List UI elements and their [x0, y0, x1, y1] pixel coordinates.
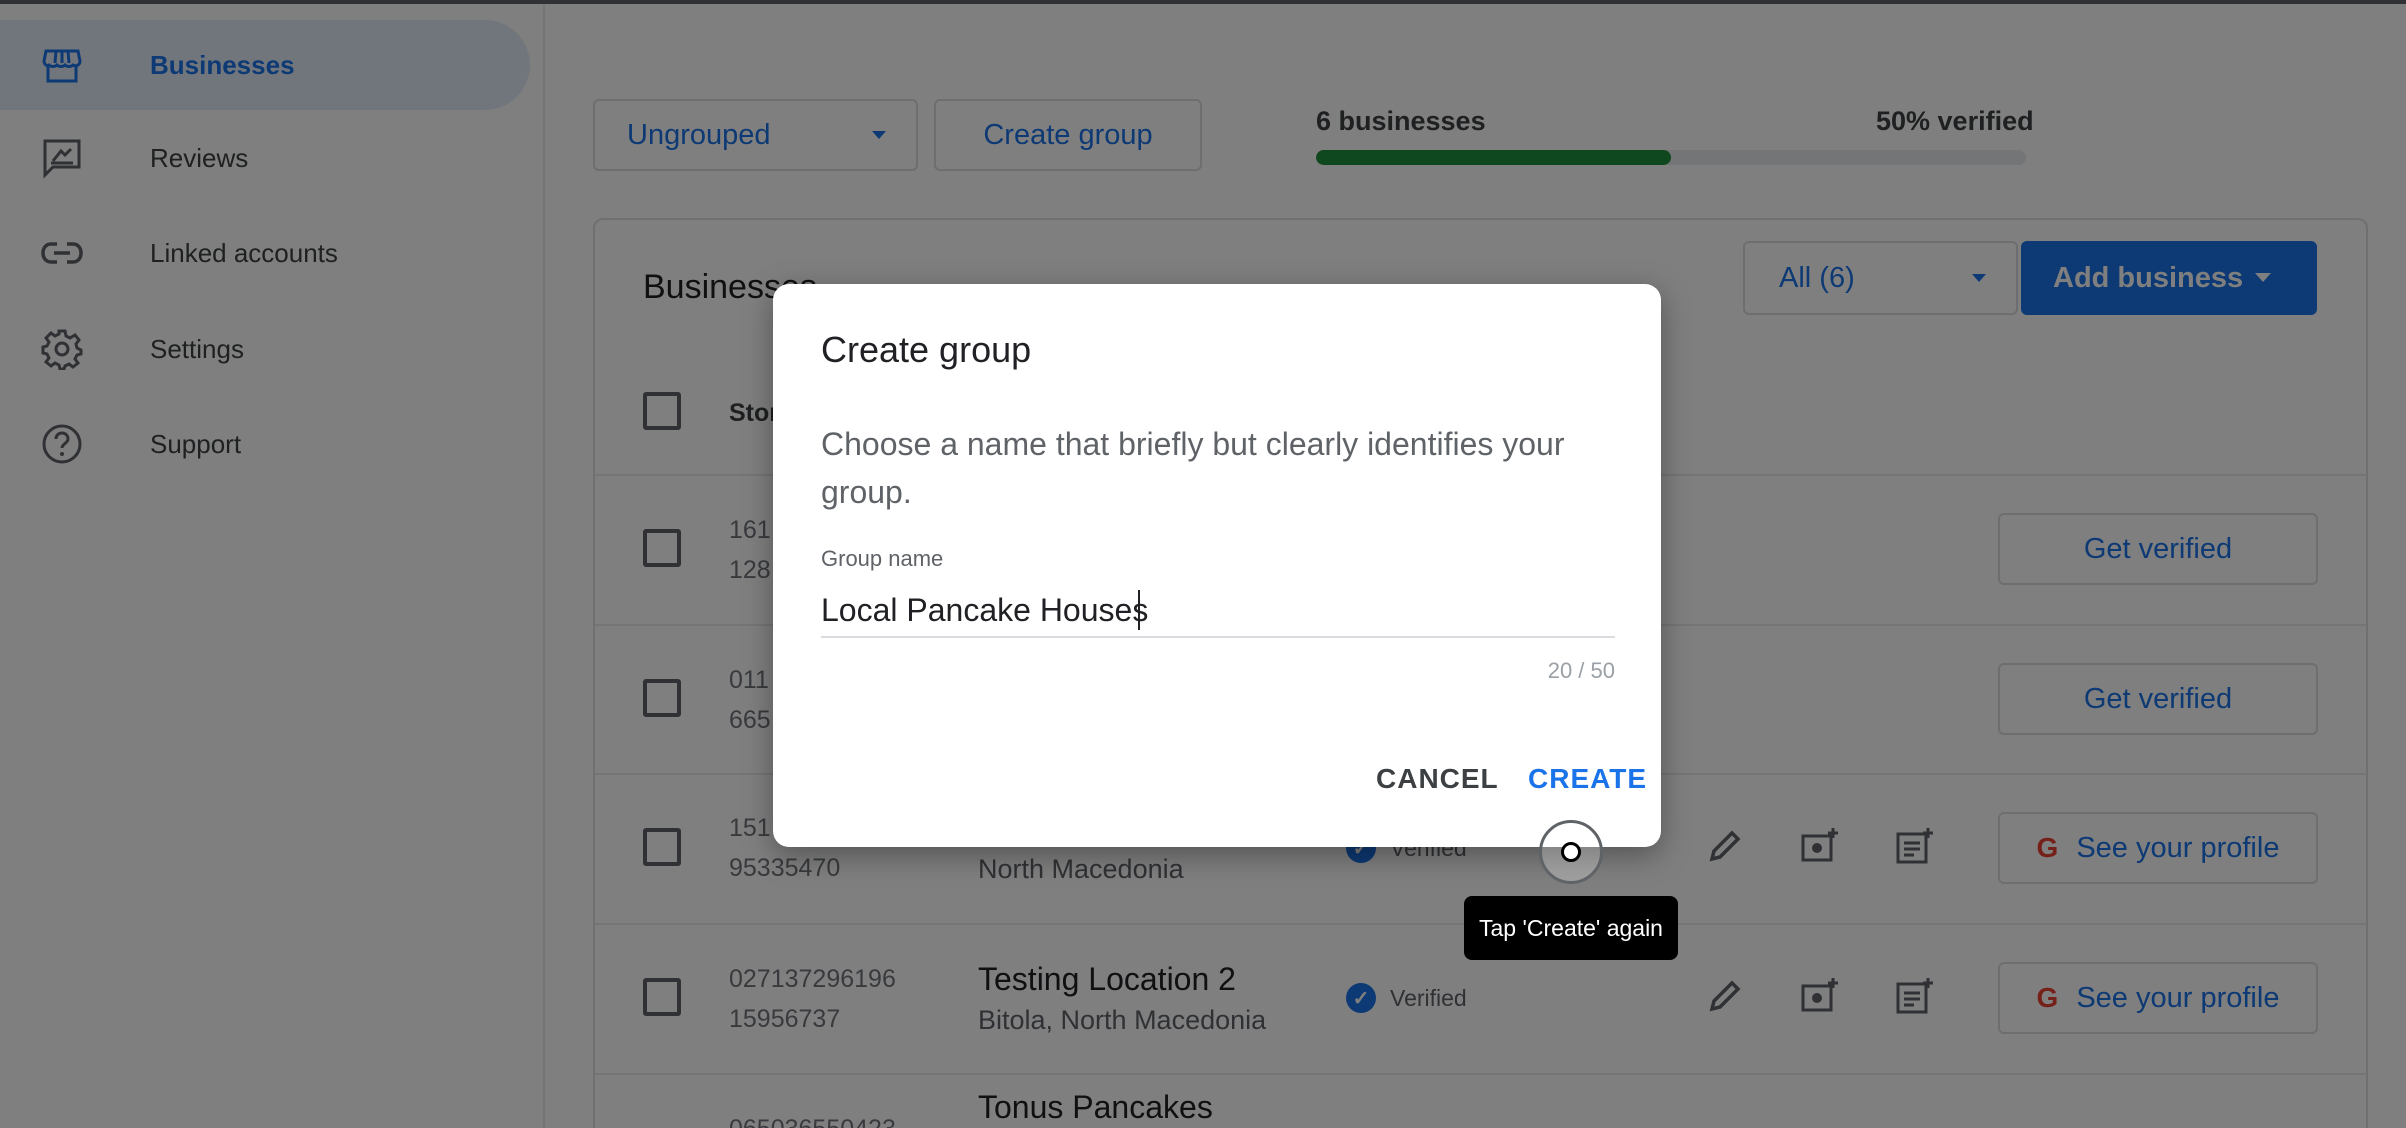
tap-point [1561, 842, 1581, 862]
character-counter: 20 / 50 [1547, 658, 1615, 683]
cancel-button[interactable]: CANCEL [1376, 763, 1499, 795]
group-name-label: Group name [821, 546, 944, 571]
dialog-description: Choose a name that briefly but clearly i… [821, 426, 1565, 510]
tap-tooltip: Tap 'Create' again [1464, 896, 1678, 960]
create-group-dialog: Create group Choose a name that briefly … [773, 284, 1661, 847]
text-cursor [1138, 590, 1140, 630]
group-name-input[interactable] [821, 584, 1615, 638]
create-button[interactable]: CREATE [1528, 763, 1647, 795]
dialog-title: Create group [821, 329, 1032, 370]
